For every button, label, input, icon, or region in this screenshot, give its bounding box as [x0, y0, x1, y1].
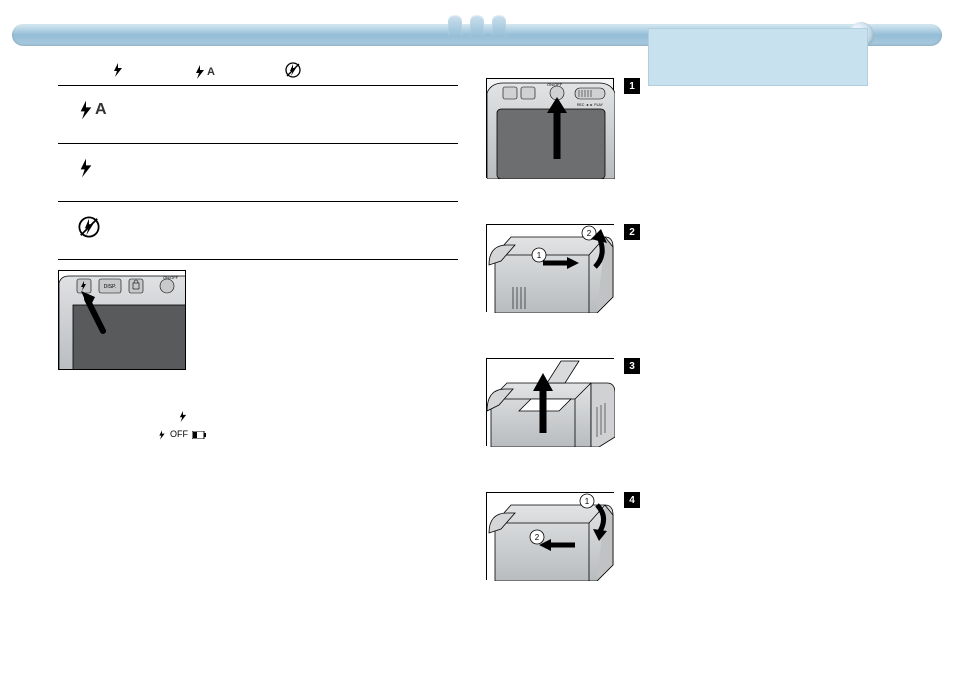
camera-remove-battery-illustration	[486, 358, 614, 446]
flash-row-text: The flash always fires.	[128, 158, 458, 169]
svg-text:ON/OFF: ON/OFF	[163, 275, 179, 280]
camera-close-cover-illustration: 1 2	[486, 492, 614, 580]
off-label: OFF	[170, 428, 188, 442]
bolt-auto-icon: A	[194, 65, 215, 79]
svg-text:DISP.: DISP.	[104, 284, 116, 290]
battery-icon	[192, 431, 206, 439]
flash-row-text: The flash never fires.	[128, 216, 458, 227]
svg-text:ON/OFF: ON/OFF	[547, 82, 563, 87]
bolt-icon	[112, 63, 124, 80]
no-flash-icon	[285, 62, 301, 81]
left-column: A A The flash fires automatically when r…	[58, 58, 458, 580]
step-3: 3 Remove the battery.	[486, 358, 896, 446]
info-callout: Make sure the camera is off before openi…	[648, 28, 868, 86]
step-4: 1 2 4 Close the cover (1) and slide the …	[486, 492, 896, 580]
camera-top-illustration-left: DISP. ON/OFF	[58, 270, 186, 370]
flash-mode-icons-row: A	[58, 58, 458, 85]
step-2: 1 2 2 Slide the latch (1) and open the c…	[486, 224, 896, 312]
flash-row-on: The flash always fires.	[58, 144, 458, 202]
step-number: 2	[624, 224, 640, 240]
bolt-icon	[78, 158, 128, 178]
callout-text: Make sure the camera is off before openi…	[657, 35, 845, 55]
flash-row-auto: A The flash fires automatically when req…	[58, 86, 458, 144]
step-1: ON/OFF REC ◄ ► PLAY 1 Press ON/OFF to tu…	[486, 78, 896, 178]
step-text: Remove the battery.	[650, 358, 896, 369]
step-text: Slide the latch (1) and open the cover (…	[650, 224, 896, 235]
flash-row-off: The flash never fires.	[58, 202, 458, 260]
binder-tabs	[448, 15, 506, 37]
step-text: Close the cover (1) and slide the latch …	[650, 492, 896, 503]
svg-text:REC ◄ ► PLAY: REC ◄ ► PLAY	[577, 103, 604, 107]
svg-text:2: 2	[587, 229, 592, 238]
step-number: 3	[624, 358, 640, 374]
svg-text:2: 2	[535, 533, 540, 542]
indicator-row: OFF	[158, 428, 458, 442]
svg-text:1: 1	[585, 497, 590, 506]
note-line: Press the flash button repeatedly to cyc…	[58, 390, 458, 405]
indicator-row	[178, 411, 458, 422]
bolt-icon	[158, 430, 166, 440]
bolt-icon	[178, 411, 188, 422]
note-line: The indicator shows OFF and battery stat…	[58, 442, 458, 457]
camera-power-illustration: ON/OFF REC ◄ ► PLAY	[486, 78, 614, 178]
flash-notes: Press the flash button repeatedly to cyc…	[58, 390, 458, 457]
svg-text:1: 1	[537, 251, 542, 260]
step-number: 1	[624, 78, 640, 94]
camera-open-cover-illustration: 1 2	[486, 224, 614, 312]
no-flash-icon	[78, 216, 128, 238]
flash-row-text: The flash fires automatically when requi…	[128, 100, 458, 111]
right-column: Inserting the Battery ON/OFF REC ◄ ► PLA…	[486, 58, 896, 580]
step-number: 4	[624, 492, 640, 508]
bolt-auto-icon: A	[78, 100, 128, 120]
